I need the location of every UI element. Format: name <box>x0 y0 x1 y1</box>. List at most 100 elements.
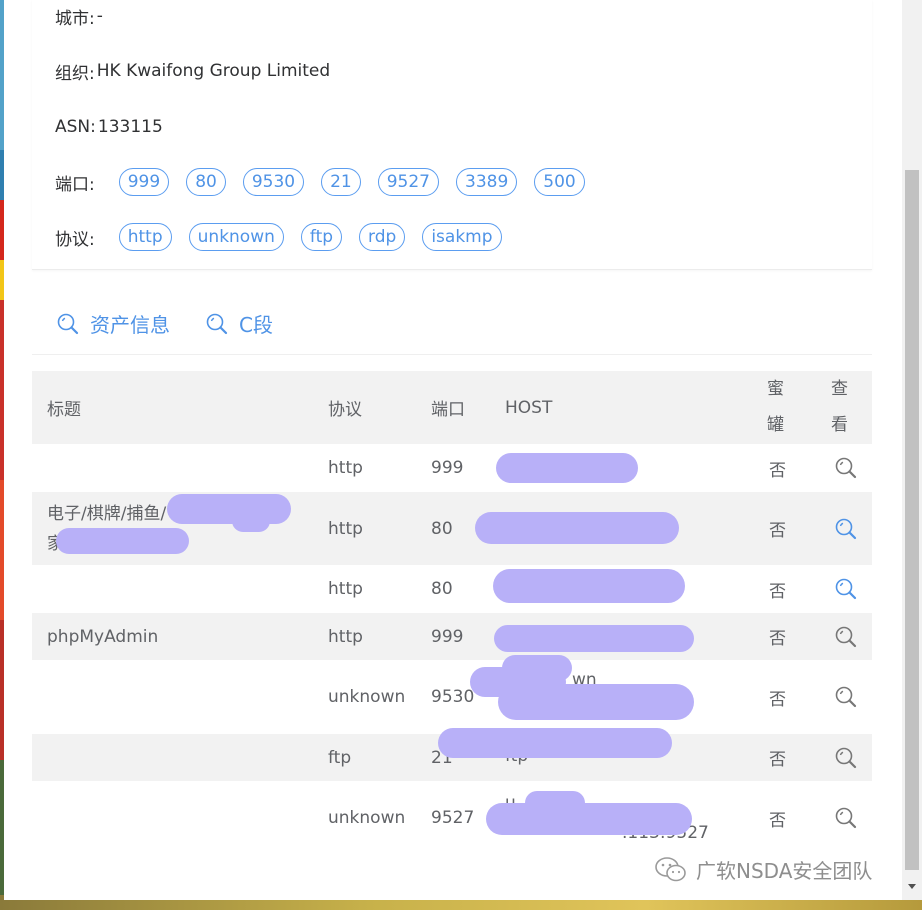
protocol-tag[interactable]: ftp <box>300 223 343 251</box>
asn-value: 133115 <box>97 117 163 137</box>
asset-table: 标题 协议 端口 HOST 蜜 罐 查 看 http 999 否 电子/棋牌/捕… <box>32 371 872 855</box>
watermark-text: 广软NSDA安全团队 <box>696 859 873 883</box>
port-tag[interactable]: 3389 <box>456 168 518 196</box>
header-honeypot[interactable]: 蜜 罐 <box>767 371 791 444</box>
cell-protocol: unknown <box>328 687 406 707</box>
view-search-icon[interactable] <box>834 806 858 830</box>
ports-row: 端口: 999 80 9530 21 9527 3389 500 <box>55 167 602 197</box>
header-protocol[interactable]: 协议 <box>328 371 362 444</box>
cell-protocol: unknown <box>328 808 406 828</box>
port-tag[interactable]: 999 <box>118 168 170 196</box>
view-search-icon[interactable] <box>834 746 858 770</box>
redaction-mark <box>496 453 638 483</box>
asn-row: ASN: 133115 <box>55 112 163 142</box>
protocol-tag[interactable]: rdp <box>359 223 406 251</box>
redaction-mark <box>438 728 672 758</box>
redaction-mark <box>475 512 679 544</box>
asn-label: ASN: <box>55 117 96 137</box>
ip-detail-dialog: 城市: - 组织: HK Kwaifong Group Limited ASN:… <box>4 0 902 900</box>
redaction-mark <box>493 569 685 603</box>
table-row[interactable]: unknown 9530 wn 否 <box>32 655 872 734</box>
port-tag[interactable]: 21 <box>321 168 361 196</box>
redaction-mark <box>494 625 694 652</box>
view-search-icon[interactable] <box>834 577 858 601</box>
cell-honeypot: 否 <box>769 581 786 602</box>
cell-port: 9527 <box>431 808 475 828</box>
redaction-mark <box>167 494 291 524</box>
cell-port: 999 <box>431 626 464 647</box>
view-search-icon[interactable] <box>834 456 858 480</box>
cell-protocol: http <box>328 518 363 539</box>
port-tag[interactable]: 80 <box>186 168 226 196</box>
cell-honeypot: 否 <box>769 460 786 481</box>
header-host[interactable]: HOST <box>505 371 552 444</box>
org-value: HK Kwaifong Group Limited <box>96 61 331 81</box>
scrollbar-thumb[interactable] <box>905 170 919 870</box>
port-tag[interactable]: 9530 <box>242 168 305 196</box>
port-tags: 999 80 9530 21 9527 3389 500 <box>118 168 602 196</box>
cell-title-line1: 电子/棋牌/捕鱼/ <box>47 503 167 524</box>
tab-c-segment[interactable]: C段 <box>205 309 273 338</box>
vertical-scrollbar[interactable] <box>902 0 922 900</box>
header-honeypot-line2: 罐 <box>767 415 784 436</box>
view-search-icon[interactable] <box>834 625 858 649</box>
header-view-line2: 看 <box>831 415 848 436</box>
cell-port: 9530 <box>431 687 475 707</box>
org-label: 组织: <box>55 63 95 84</box>
cell-title: phpMyAdmin <box>47 626 159 647</box>
protocol-tag[interactable]: isakmp <box>422 223 502 251</box>
protocol-tag[interactable]: http <box>118 223 172 251</box>
watermark: 广软NSDA安全团队 <box>654 855 872 884</box>
table-row[interactable]: unknown 9527 u .113:9527 否 <box>32 781 872 855</box>
ip-info-card: 城市: - 组织: HK Kwaifong Group Limited ASN:… <box>32 0 872 270</box>
tab-asset-info-label: 资产信息 <box>90 313 170 337</box>
protocols-row: 协议: http unknown ftp rdp isakmp <box>55 222 519 252</box>
scroll-down-arrow-icon[interactable] <box>908 884 916 889</box>
redaction-mark <box>486 803 692 835</box>
wechat-icon <box>655 856 686 881</box>
cell-port: 80 <box>431 518 453 539</box>
cell-protocol: http <box>328 579 363 599</box>
view-search-icon[interactable] <box>834 685 858 709</box>
cell-protocol: http <box>328 626 363 647</box>
port-tag[interactable]: 9527 <box>377 168 439 196</box>
cell-port: 80 <box>431 579 453 599</box>
table-row[interactable]: ftp 21 ftp 否 <box>32 728 872 781</box>
port-tag[interactable]: 500 <box>534 168 585 196</box>
view-search-icon[interactable] <box>834 517 858 541</box>
cell-honeypot: 否 <box>769 689 786 710</box>
table-row[interactable]: http 999 否 <box>32 444 872 492</box>
redaction-mark <box>56 528 189 554</box>
protocol-tags: http unknown ftp rdp isakmp <box>118 223 519 251</box>
cell-port: 999 <box>431 458 464 478</box>
header-port[interactable]: 端口 <box>431 371 465 444</box>
tab-asset-info[interactable]: 资产信息 <box>56 309 170 338</box>
city-row: 城市: - <box>55 1 103 31</box>
cell-honeypot: 否 <box>769 629 786 649</box>
table-header: 标题 协议 端口 HOST 蜜 罐 查 看 <box>32 371 872 444</box>
protocol-tag[interactable]: unknown <box>188 223 284 251</box>
cell-honeypot: 否 <box>769 521 786 541</box>
cell-protocol: http <box>328 458 363 478</box>
cell-honeypot: 否 <box>769 810 786 831</box>
cell-protocol: ftp <box>328 747 352 768</box>
tab-c-segment-label: C段 <box>239 313 273 337</box>
table-row[interactable]: phpMyAdmin http 999 否 <box>32 613 872 660</box>
city-label: 城市: <box>55 8 95 29</box>
protocols-label: 协议: <box>55 229 95 250</box>
redaction-mark <box>232 510 270 532</box>
ports-label: 端口: <box>55 174 95 195</box>
cell-honeypot: 否 <box>769 750 786 770</box>
header-title[interactable]: 标题 <box>47 371 81 444</box>
header-honeypot-line1: 蜜 <box>767 378 784 399</box>
org-row: 组织: HK Kwaifong Group Limited <box>55 56 330 86</box>
tabs-bar: 资产信息 C段 <box>32 295 872 355</box>
header-view-line1: 查 <box>831 378 848 399</box>
table-row[interactable]: 电子/棋牌/捕鱼/ 家 http 80 否 <box>32 492 872 565</box>
search-icon <box>57 313 79 334</box>
city-value: - <box>96 6 103 26</box>
table-row[interactable]: http 80 否 <box>32 565 872 613</box>
header-view[interactable]: 查 看 <box>831 371 855 444</box>
search-icon <box>206 313 228 334</box>
redaction-mark <box>498 684 694 720</box>
